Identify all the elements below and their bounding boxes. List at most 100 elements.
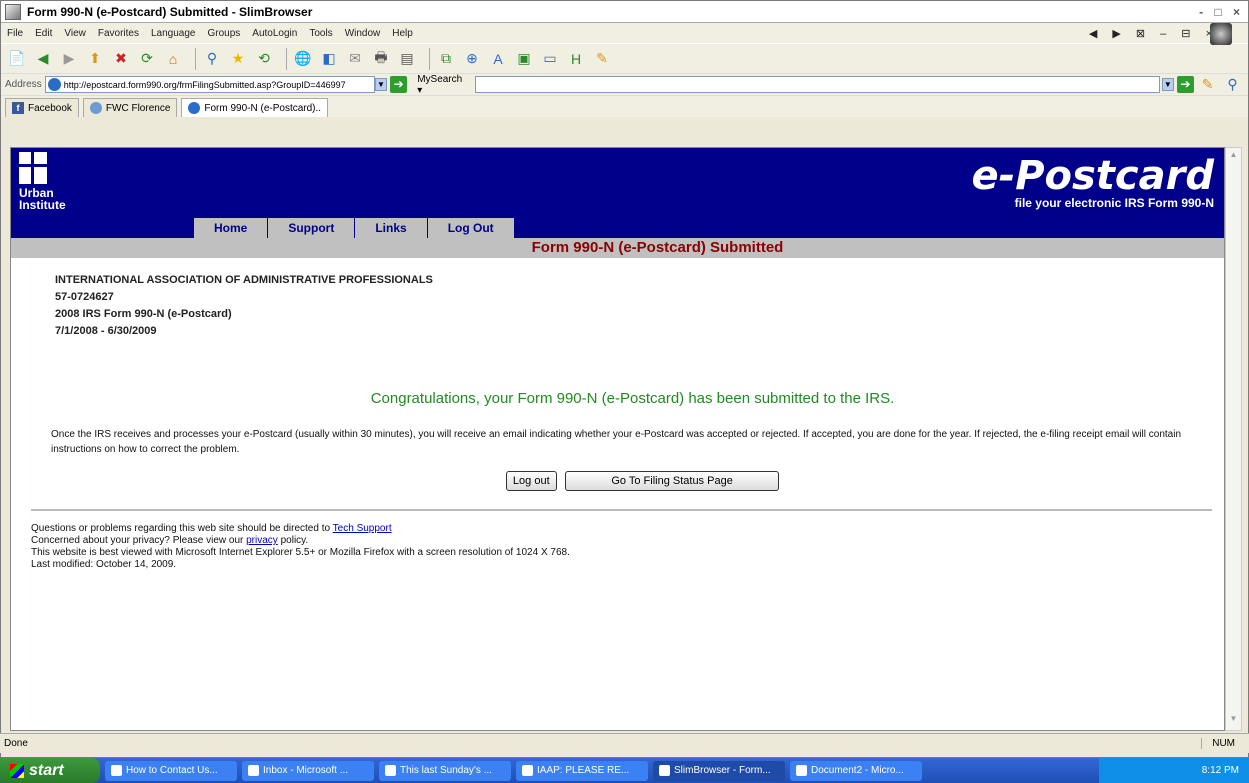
menu-file[interactable]: File	[7, 28, 23, 39]
menu-help[interactable]: Help	[392, 28, 413, 39]
menu-language[interactable]: Language	[151, 28, 196, 39]
outlook-icon	[248, 765, 259, 776]
tab-controls[interactable]: ◀ ▶ ⊠ – ⊟ ×	[1089, 27, 1218, 40]
facebook-icon: f	[12, 102, 24, 114]
title-bar: Form 990-N (e-Postcard) Submitted - Slim…	[1, 1, 1248, 23]
menu-autologin[interactable]: AutoLogin	[252, 28, 297, 39]
globe-icon	[89, 102, 102, 114]
tab-facebook[interactable]: f Facebook	[5, 98, 79, 117]
cleaner-icon[interactable]: ✎	[592, 49, 612, 69]
form-year: 2008 IRS Form 990-N (e-Postcard)	[55, 308, 232, 320]
url-dropdown-arrow-icon[interactable]: ▼	[374, 78, 388, 91]
taskbar-item-iaap[interactable]: IAAP: PLEASE RE...	[516, 760, 648, 781]
tax-period: 7/1/2008 - 6/30/2009	[55, 325, 157, 337]
scroll-up-icon[interactable]: ▲	[1227, 150, 1240, 164]
processing-info: Once the IRS receives and processes your…	[51, 429, 1182, 455]
start-button[interactable]: start	[0, 758, 100, 783]
forward-icon[interactable]: ▶	[59, 49, 79, 69]
tab-label: Form 990-N (e-Postcard)..	[204, 102, 322, 114]
scroll-down-icon[interactable]: ▼	[1227, 714, 1240, 728]
footer-divider	[31, 509, 1212, 511]
ie-page-icon	[188, 102, 201, 114]
search-dropdown-arrow-icon[interactable]: ▼	[1161, 78, 1175, 91]
tech-support-link[interactable]: Tech Support	[333, 523, 392, 534]
tab-fwc-florence[interactable]: FWC Florence	[82, 98, 178, 117]
taskbar-item-sunday[interactable]: This last Sunday's ...	[379, 760, 511, 781]
taskbar-item-slimbrowser[interactable]: SlimBrowser - Form...	[653, 760, 785, 781]
privacy-link[interactable]: privacy	[246, 535, 278, 546]
menu-window[interactable]: Window	[345, 28, 381, 39]
footer-privacy: Concerned about your privacy? Please vie…	[31, 535, 309, 546]
autologin-icon[interactable]: ✉	[345, 49, 365, 69]
home-icon[interactable]: ⌂	[163, 49, 183, 69]
taskbar-item-inbox[interactable]: Inbox - Microsoft ...	[242, 760, 374, 781]
nav-home[interactable]: Home	[194, 218, 269, 238]
taskbar-item-document2[interactable]: Document2 - Micro...	[790, 760, 922, 781]
font-size-icon[interactable]: A	[488, 49, 508, 69]
menu-groups[interactable]: Groups	[207, 28, 240, 39]
filing-status-button[interactable]: Go To Filing Status Page	[565, 471, 780, 491]
footer-best-viewed: This website is best viewed with Microso…	[31, 547, 570, 558]
search-options-icon[interactable]: ⚲	[1223, 75, 1242, 95]
org-ein: 57-0724627	[55, 291, 114, 303]
slimbrowser-icon	[5, 3, 21, 20]
numlock-indicator: NUM	[1201, 738, 1235, 749]
urban-institute-logo[interactable]: Urban Institute	[19, 152, 66, 211]
brand-title: e-Postcard	[971, 153, 1214, 199]
groups-icon[interactable]: ◧	[319, 49, 339, 69]
menu-view[interactable]: View	[64, 28, 86, 39]
toolbar-divider	[429, 47, 430, 70]
zoom-icon[interactable]: ⊕	[462, 49, 482, 69]
nav-logout[interactable]: Log Out	[427, 218, 515, 238]
history-icon[interactable]: ⟲	[254, 49, 274, 69]
slimbrowser-icon	[659, 765, 670, 776]
new-page-icon[interactable]: 📄	[7, 49, 27, 69]
throbber-globe-icon	[1210, 23, 1232, 45]
search-go-icon[interactable]: ➔	[1177, 76, 1195, 93]
menu-tools[interactable]: Tools	[309, 28, 332, 39]
tab-form-990n[interactable]: Form 990-N (e-Postcard)..	[181, 98, 329, 117]
go-up-icon[interactable]: ⬆	[85, 49, 105, 69]
tab-layout-icon[interactable]: ▭	[540, 49, 560, 69]
url-input[interactable]: http://epostcard.form990.org/frmFilingSu…	[44, 76, 375, 93]
footer-last-modified: Last modified: October 14, 2009.	[31, 559, 177, 570]
confirmation-message: Congratulations, your Form 990-N (e-Post…	[370, 390, 895, 407]
org-name: INTERNATIONAL ASSOCIATION OF ADMINISTRAT…	[55, 274, 433, 286]
popup-blocker-icon[interactable]: ▣	[514, 49, 534, 69]
address-bar: Address http://epostcard.form990.org/frm…	[1, 73, 1248, 96]
search-icon[interactable]: ⚲	[202, 49, 222, 69]
logo-text-institute: Institute	[19, 198, 66, 212]
word-icon	[796, 765, 807, 776]
window-title: Form 990-N (e-Postcard) Submitted - Slim…	[27, 4, 313, 19]
highlight-icon[interactable]: ✎	[1198, 75, 1217, 95]
menu-favorites[interactable]: Favorites	[98, 28, 139, 39]
search-input[interactable]	[475, 76, 1160, 93]
favorites-star-icon[interactable]: ★	[228, 49, 248, 69]
menu-edit[interactable]: Edit	[35, 28, 52, 39]
nav-links[interactable]: Links	[355, 218, 428, 238]
nav-support[interactable]: Support	[268, 218, 356, 238]
html-source-icon[interactable]: H	[566, 49, 586, 69]
back-icon[interactable]: ◀	[33, 49, 53, 69]
print-icon[interactable]: 🖶	[371, 49, 391, 69]
vertical-scrollbar[interactable]: ▲ ▼	[1225, 147, 1242, 731]
mysearch-dropdown[interactable]: MySearch ▾	[417, 74, 467, 96]
window-controls[interactable]: - □ ×	[1199, 5, 1244, 19]
toolbar-divider	[286, 47, 287, 70]
logout-button[interactable]: Log out	[505, 471, 557, 491]
taskbar-item-contact[interactable]: How to Contact Us...	[105, 760, 237, 781]
edit-icon[interactable]: ▤	[397, 49, 417, 69]
status-bar: Done NUM	[0, 733, 1249, 753]
screenshot-icon[interactable]: ⧉	[436, 49, 456, 69]
refresh-icon[interactable]: ⟳	[137, 49, 157, 69]
toolbar: 📄 ◀ ▶ ⬆ ✖ ⟳ ⌂ ⚲ ★ ⟲ 🌐 ◧ ✉ 🖶 ▤ ⧉ ⊕ A ▣ ▭ …	[1, 43, 1248, 73]
go-arrow-icon[interactable]: ➔	[390, 76, 408, 93]
taskbar: start How to Contact Us... Inbox - Micro…	[0, 758, 1249, 783]
site-nav: Home Support Links Log Out	[11, 218, 1224, 238]
toolbar-divider	[195, 47, 196, 70]
stop-icon[interactable]: ✖	[111, 49, 131, 69]
clock[interactable]: 8:12 PM	[1202, 765, 1239, 776]
urban-institute-logo-mark	[19, 152, 47, 184]
tab-label: FWC Florence	[105, 102, 171, 114]
internet-globe-icon[interactable]: 🌐	[293, 49, 313, 69]
